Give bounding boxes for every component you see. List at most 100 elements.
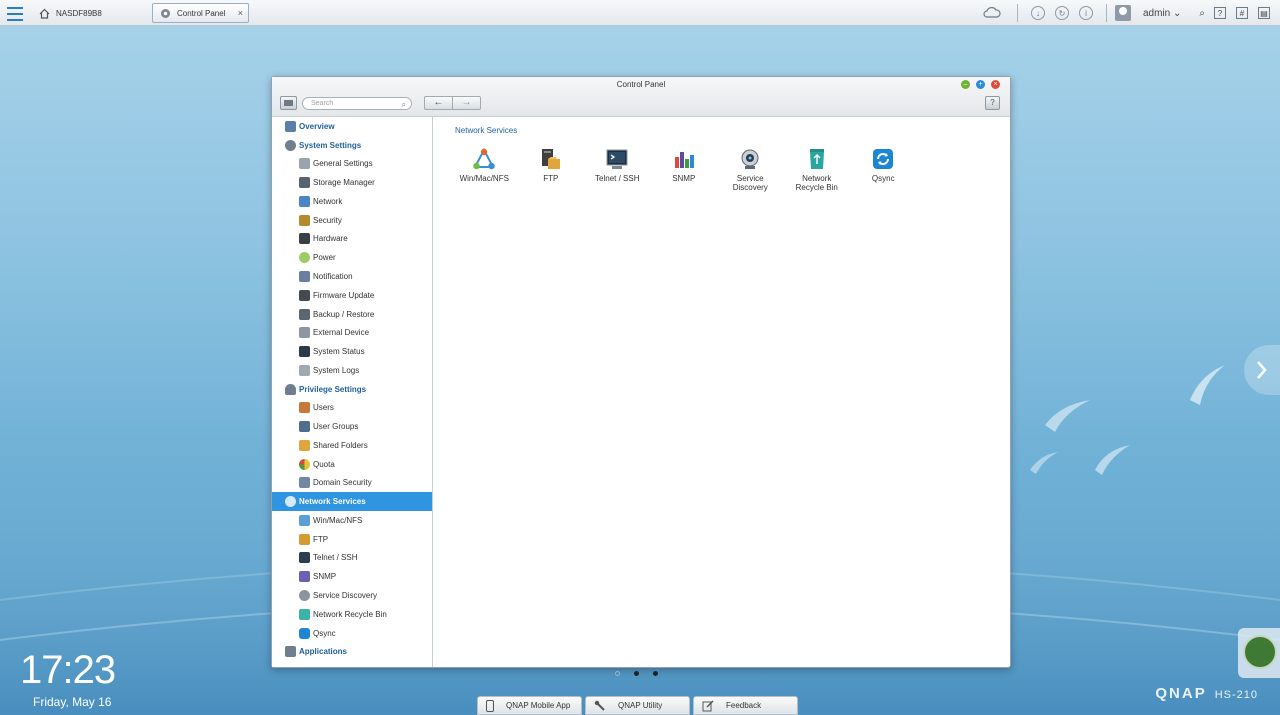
taskbar: NASDF89B8 Control Panel × ↓ ↻ i admin ⌄ …	[0, 0, 1280, 26]
backup-icon	[299, 308, 310, 320]
main-menu-button[interactable]	[4, 2, 26, 24]
sidebar-item-network-services[interactable]: Network Services	[272, 492, 432, 512]
sidebar-item-applications[interactable]: Applications	[272, 642, 432, 661]
sidebar-item-label: General Settings	[313, 159, 373, 169]
sidebar-item-firmware-update[interactable]: Firmware Update	[272, 286, 432, 305]
sidebar-item-user-groups[interactable]: User Groups	[272, 417, 432, 436]
mobile-app-button[interactable]: QNAP Mobile App	[477, 696, 582, 715]
divider	[1105, 4, 1107, 22]
tab-control-panel[interactable]: Control Panel ×	[152, 3, 249, 23]
sidebar-item-label: Security	[313, 215, 342, 225]
toggle-sidebar-button[interactable]	[280, 96, 297, 110]
sidebar-item-system-logs[interactable]: System Logs	[272, 361, 432, 380]
back-button[interactable]: ←	[425, 97, 452, 109]
sidebar-item-win-mac-nfs[interactable]: Win/Mac/NFS	[272, 511, 432, 530]
edit-icon	[702, 699, 714, 712]
help-button[interactable]: ?	[985, 96, 1000, 110]
utility-button[interactable]: QNAP Utility	[585, 696, 690, 715]
sidebar-item-label: SNMP	[313, 572, 337, 582]
avatar[interactable]	[1114, 5, 1131, 21]
download-icon[interactable]: ↓	[1030, 6, 1045, 20]
sidebar-item-label: Hardware	[313, 234, 348, 244]
sidebar-item-telnet-ssh[interactable]: Telnet / SSH	[272, 549, 432, 568]
snmp-icon	[674, 152, 694, 168]
app-label: Win/Mac/NFS	[459, 174, 509, 183]
sidebar-item-qsync[interactable]: Qsync	[272, 624, 432, 643]
next-desktop-button[interactable]	[1244, 345, 1280, 395]
user-menu[interactable]: admin ⌄	[1143, 8, 1181, 19]
page-dot[interactable]	[634, 671, 639, 676]
gauge-icon	[1243, 635, 1277, 669]
storage-icon	[299, 177, 310, 189]
app-qsync[interactable]: Qsync	[850, 147, 917, 192]
help-icon[interactable]: ?	[1214, 7, 1226, 19]
sidebar-item-security[interactable]: Security	[272, 211, 432, 230]
sidebar-item-notification[interactable]: Notification	[272, 267, 432, 286]
sidebar-item-ftp[interactable]: FTP	[272, 530, 432, 549]
close-icon[interactable]: ×	[238, 8, 243, 18]
sidebar-item-external-device[interactable]: External Device	[272, 323, 432, 342]
monitor-icon	[299, 346, 310, 358]
sidebar-item-power[interactable]: Power	[272, 248, 432, 267]
feedback-button[interactable]: Feedback	[693, 696, 798, 715]
app-ftp[interactable]: FTP	[518, 147, 585, 192]
app-win-mac-nfs[interactable]: Win/Mac/NFS	[451, 147, 518, 192]
sidebar-item-domain-security[interactable]: Domain Security	[272, 474, 432, 493]
desktop-clock: 17:23	[20, 648, 116, 692]
forward-button[interactable]: →	[452, 97, 480, 109]
group-icon	[299, 421, 310, 433]
model-name: HS-210	[1214, 689, 1258, 701]
ftp-icon	[541, 149, 560, 169]
sidebar-item-storage-manager[interactable]: Storage Manager	[272, 173, 432, 192]
app-network-recycle-bin[interactable]: Network Recycle Bin	[784, 147, 851, 192]
tab-home[interactable]: NASDF89B8	[32, 3, 142, 23]
info-icon[interactable]: i	[1078, 6, 1093, 20]
sidebar-item-overview[interactable]: Overview	[272, 117, 432, 136]
page-dot[interactable]	[615, 671, 620, 676]
dashboard-icon[interactable]: ▤	[1258, 7, 1270, 19]
sync-icon[interactable]: ↻	[1054, 6, 1069, 20]
sidebar-item-label: Storage Manager	[313, 178, 375, 188]
app-label: SNMP	[672, 174, 696, 183]
search-input[interactable]: Search ⌕	[302, 97, 412, 110]
sidebar-item-shared-folders[interactable]: Shared Folders	[272, 436, 432, 455]
sidebar-item-privilege-settings[interactable]: Privilege Settings	[272, 380, 432, 399]
sidebar-item-system-status[interactable]: System Status	[272, 342, 432, 361]
gear-icon	[285, 139, 296, 151]
sidebar-item-system-settings[interactable]: System Settings	[272, 136, 432, 155]
close-window-button[interactable]: ×	[991, 80, 1000, 89]
sidebar-item-label: FTP	[313, 534, 329, 544]
sidebar-item-quota[interactable]: Quota	[272, 455, 432, 474]
app-label: FTP	[543, 174, 559, 183]
app-telnet-ssh[interactable]: Telnet / SSH	[584, 147, 651, 192]
page-dot[interactable]	[653, 671, 658, 676]
sidebar-item-network[interactable]: Network	[272, 192, 432, 211]
sidebar-item-label: Domain Security	[313, 478, 372, 488]
sidebar-item-service-discovery[interactable]: Service Discovery	[272, 586, 432, 605]
app-snmp[interactable]: SNMP	[651, 147, 718, 192]
sidebar-item-label: Shared Folders	[313, 440, 368, 450]
sidebar-item-label: Power	[313, 253, 336, 263]
sidebar-item-general-settings[interactable]: General Settings	[272, 155, 432, 174]
cloud-icon[interactable]	[983, 6, 1001, 20]
dashboard-widget[interactable]	[1238, 628, 1280, 678]
maximize-button[interactable]: +	[976, 80, 985, 89]
user-icon	[299, 402, 310, 414]
grid-icon[interactable]: #	[1236, 7, 1248, 19]
discovery-icon	[741, 149, 759, 169]
sidebar: Overview System Settings General Setting…	[272, 117, 433, 667]
sidebar-item-hardware[interactable]: Hardware	[272, 230, 432, 249]
app-service-discovery[interactable]: Service Discovery	[717, 147, 784, 192]
terminal-icon	[299, 552, 310, 564]
logs-icon	[299, 364, 310, 376]
notification-icon	[299, 271, 310, 282]
sidebar-item-users[interactable]: Users	[272, 398, 432, 417]
sidebar-item-network-recycle-bin[interactable]: Network Recycle Bin	[272, 605, 432, 624]
minimize-button[interactable]: –	[961, 80, 970, 89]
search-icon[interactable]: ⌕	[1199, 8, 1205, 19]
applications-icon	[285, 646, 296, 658]
sidebar-item-backup-restore[interactable]: Backup / Restore	[272, 305, 432, 324]
sidebar-item-label: Backup / Restore	[313, 309, 375, 319]
search-icon[interactable]: ⌕	[402, 99, 406, 110]
sidebar-item-snmp[interactable]: SNMP	[272, 567, 432, 586]
